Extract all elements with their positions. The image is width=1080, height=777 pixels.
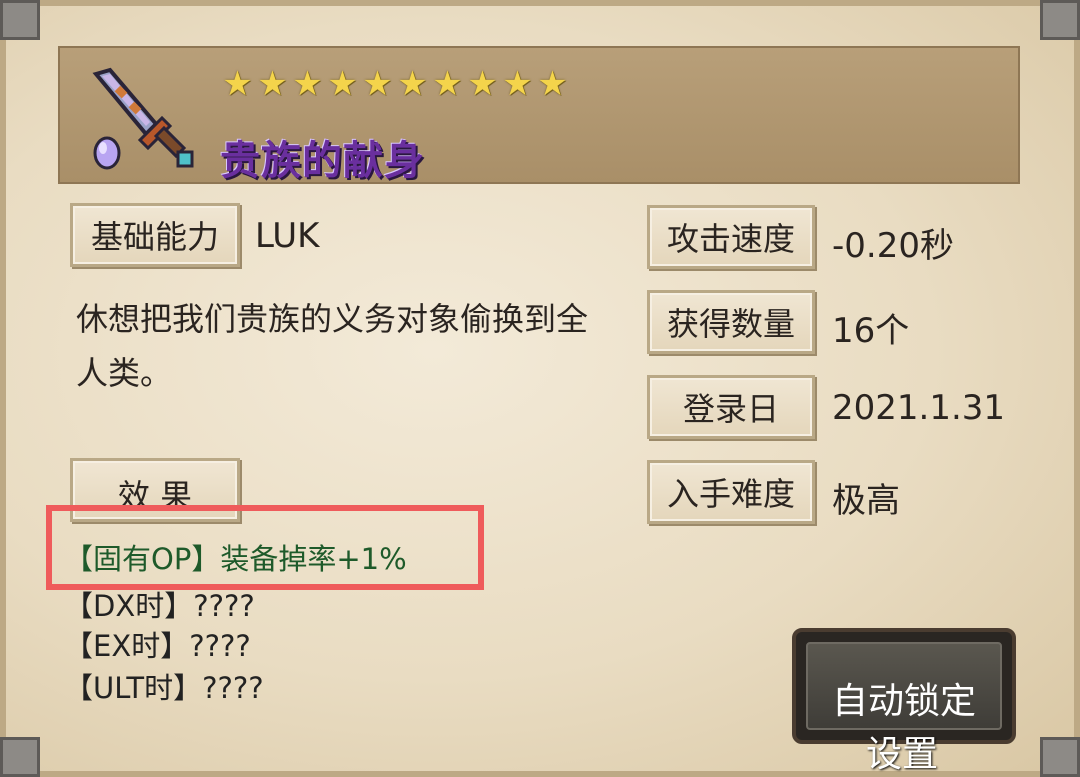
- effect-line-ex: 【EX时】????: [64, 629, 251, 663]
- frame-corner: [0, 0, 40, 40]
- star-icon: ★: [397, 64, 428, 104]
- star-icon: ★: [432, 64, 463, 104]
- star-icon: ★: [537, 64, 568, 104]
- settings-label[interactable]: 设置: [866, 725, 938, 777]
- auto-lock-button-face[interactable]: 自动锁定: [806, 642, 1002, 730]
- attack-speed-value: -0.20秒: [832, 226, 954, 266]
- frame-corner: [0, 737, 40, 777]
- star-icon: ★: [222, 64, 253, 104]
- star-icon: ★: [327, 64, 358, 104]
- effect-line-dx: 【DX时】????: [64, 589, 255, 623]
- item-header: ★ ★ ★ ★ ★ ★ ★ ★ ★ ★ 贵族的献身: [58, 46, 1020, 184]
- difficulty-label: 入手难度: [647, 460, 815, 524]
- frame-corner: [1040, 737, 1080, 777]
- register-date-label: 登录日: [647, 375, 815, 439]
- base-ability-value: LUK: [255, 216, 320, 256]
- star-rating: ★ ★ ★ ★ ★ ★ ★ ★ ★ ★: [220, 66, 570, 102]
- star-icon: ★: [362, 64, 393, 104]
- base-ability-label: 基础能力: [70, 203, 240, 267]
- effect-line-ult: 【ULT时】????: [64, 671, 264, 705]
- effect-line-op: 【固有OP】装备掉率+1%: [64, 542, 407, 576]
- item-name: 贵族的献身: [220, 138, 425, 184]
- star-icon: ★: [467, 64, 498, 104]
- register-date-value: 2021.1.31: [832, 388, 1006, 428]
- frame-corner: [1040, 0, 1080, 40]
- star-icon: ★: [292, 64, 323, 104]
- star-icon: ★: [257, 64, 288, 104]
- star-icon: ★: [502, 64, 533, 104]
- difficulty-value: 极高: [832, 481, 900, 521]
- obtained-count-label: 获得数量: [647, 290, 815, 354]
- attack-speed-label: 攻击速度: [647, 205, 815, 269]
- gem-icon: [93, 136, 121, 170]
- obtained-count-value: 16个: [832, 311, 910, 351]
- auto-lock-label: 自动锁定: [831, 681, 976, 722]
- item-description: 休想把我们贵族的义务对象偷换到全人类。: [76, 300, 589, 392]
